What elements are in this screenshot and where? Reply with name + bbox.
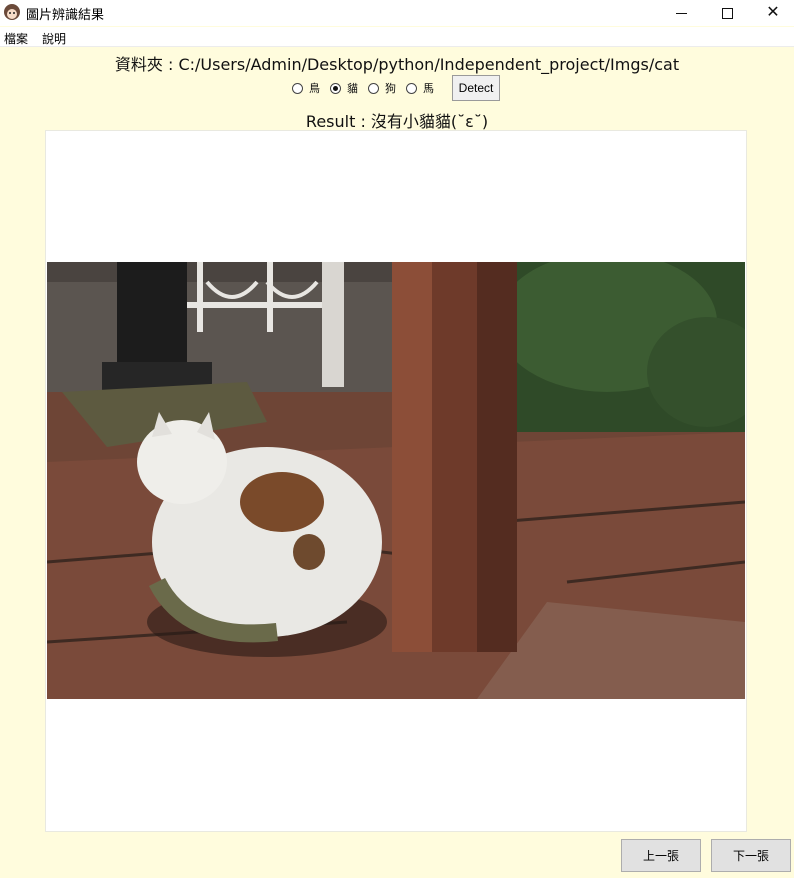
prev-image-button[interactable]: 上一張 bbox=[621, 839, 701, 872]
image-canvas bbox=[45, 130, 747, 832]
radio-dog[interactable]: 狗 bbox=[368, 80, 396, 96]
minimize-icon bbox=[675, 12, 687, 14]
app-icon bbox=[4, 4, 20, 20]
maximize-button[interactable] bbox=[704, 0, 750, 26]
next-image-button[interactable]: 下一張 bbox=[711, 839, 791, 872]
title-bar: 圖片辨識結果 ✕ bbox=[0, 0, 794, 26]
cat-photo-illustration bbox=[47, 262, 745, 699]
detect-button[interactable]: Detect bbox=[452, 75, 500, 101]
cat-photo bbox=[47, 262, 745, 699]
minimize-button[interactable] bbox=[658, 0, 704, 26]
window-title: 圖片辨識結果 bbox=[26, 8, 105, 23]
radio-button[interactable] bbox=[292, 82, 303, 94]
radio-button[interactable] bbox=[368, 82, 379, 94]
folder-path-label: 資料夾 : C:/Users/Admin/Desktop/python/Inde… bbox=[114, 55, 680, 74]
close-button[interactable]: ✕ bbox=[750, 0, 794, 26]
close-icon: ✕ bbox=[766, 4, 780, 21]
result-label: Result : 沒有小貓貓(˘ε˘) bbox=[305, 112, 489, 131]
radio-label: 狗 bbox=[385, 82, 396, 95]
radio-label: 貓 bbox=[347, 82, 358, 95]
menu-bar: 檔案 說明 bbox=[0, 27, 794, 47]
radio-label: 馬 bbox=[423, 82, 434, 95]
menu-file[interactable]: 檔案 bbox=[4, 30, 28, 47]
radio-horse[interactable]: 馬 bbox=[406, 80, 434, 96]
class-radio-group: 鳥 貓 狗 馬 bbox=[292, 78, 444, 98]
radio-bird[interactable]: 鳥 bbox=[292, 80, 320, 96]
menu-help[interactable]: 說明 bbox=[42, 30, 66, 47]
radio-button-checked[interactable] bbox=[330, 82, 341, 94]
radio-button[interactable] bbox=[406, 82, 417, 94]
radio-label: 鳥 bbox=[309, 82, 320, 95]
radio-cat[interactable]: 貓 bbox=[330, 80, 358, 96]
maximize-icon bbox=[721, 7, 733, 19]
